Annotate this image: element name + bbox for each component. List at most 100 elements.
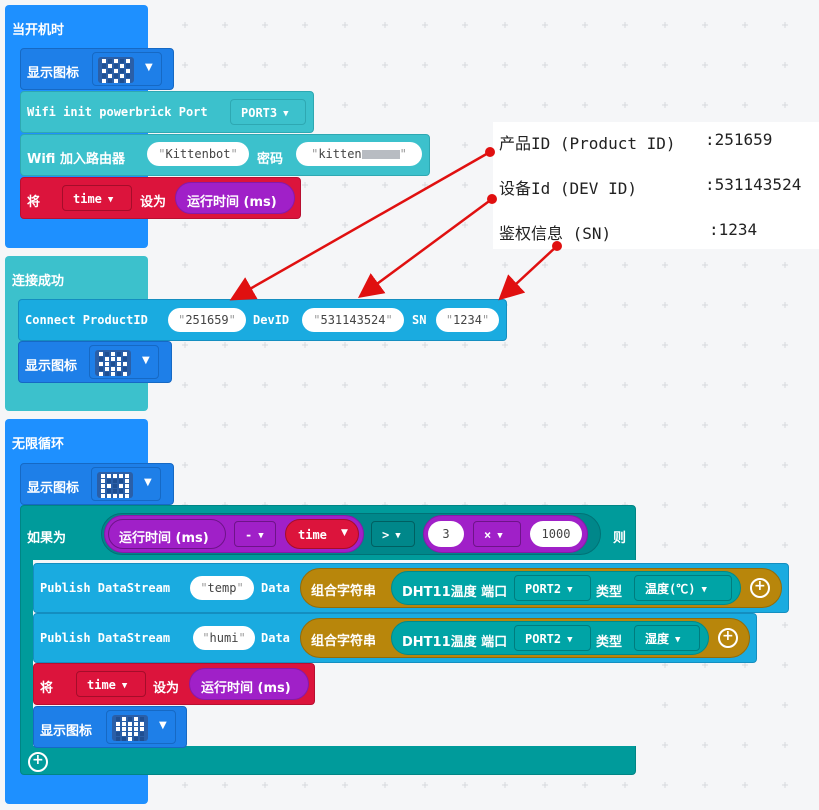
led-pixel [120, 64, 124, 68]
led-pixel [134, 722, 138, 726]
data-label: Data [261, 631, 290, 645]
runtime-reporter-2[interactable]: 运行时间 (ms) [108, 519, 226, 549]
var-dropdown-1[interactable]: time ▼ [62, 185, 132, 211]
num-input-b[interactable]: 1000 [530, 521, 582, 547]
led-pixel [140, 732, 144, 736]
password-input[interactable]: "kitten " [296, 142, 422, 166]
led-pixel [111, 357, 115, 361]
led-pixel [99, 372, 103, 376]
password-label: 密码 [257, 152, 284, 167]
led-pixel [99, 357, 103, 361]
set-label: 将 [27, 195, 41, 210]
icon-picker-2[interactable]: ▼ [89, 345, 159, 379]
show-icon-label: 显示图标 [27, 66, 80, 81]
led-pixel [101, 489, 105, 493]
data-label: Data [261, 581, 290, 595]
add-icon[interactable]: + [718, 628, 738, 648]
led-pixel [134, 717, 138, 721]
led-pixel [128, 737, 132, 741]
chevron-down-icon: ▼ [121, 680, 128, 691]
add-else-icon[interactable]: + [28, 752, 48, 772]
led-pixel [119, 494, 123, 498]
dev-id-input[interactable]: "531143524" [302, 308, 404, 332]
time-var-reporter[interactable]: time ▼ [285, 519, 359, 549]
led-pixel [126, 74, 130, 78]
var-dropdown-2[interactable]: time ▼ [76, 671, 146, 697]
led-pixel [140, 727, 144, 731]
on-start-label: 当开机时 [12, 23, 65, 38]
add-icon[interactable]: + [750, 578, 770, 598]
led-pixel [102, 74, 106, 78]
runtime-reporter-3[interactable]: 运行时间 (ms) [189, 668, 309, 700]
led-pixel [119, 484, 123, 488]
times-dropdown[interactable]: × ▼ [473, 521, 521, 547]
type-dropdown-temp[interactable]: 温度(℃) ▼ [634, 575, 732, 601]
publish-label: Publish DataStream [40, 631, 171, 645]
led-pixel [116, 727, 120, 731]
sn-input[interactable]: "1234" [436, 308, 499, 332]
led-pixel [122, 737, 126, 741]
sn-label: 鉴权信息 (SN) [499, 224, 612, 243]
led-pixel [128, 717, 132, 721]
led-pixel [108, 59, 112, 63]
chevron-down-icon: ▼ [142, 355, 150, 366]
minus-dropdown[interactable]: - ▼ [234, 521, 276, 547]
led-pixel [119, 489, 123, 493]
led-pixel [119, 474, 123, 478]
chevron-down-icon: ▼ [341, 528, 348, 538]
dev-id-row: 设备Id (DEV ID) :531143524 [499, 175, 801, 199]
icon-picker-1[interactable]: ▼ [92, 52, 162, 86]
led-pixel [119, 479, 123, 483]
ssid-input[interactable]: "Kittenbot" [147, 142, 249, 166]
sn-row: 鉴权信息 (SN) :1234 [499, 220, 757, 244]
compare-dropdown[interactable]: > ▼ [371, 521, 415, 547]
chevron-down-icon: ▼ [701, 584, 707, 595]
product-id-input[interactable]: "251659" [168, 308, 246, 332]
led-pixel [117, 367, 121, 371]
led-pixel [107, 474, 111, 478]
port-dropdown-1[interactable]: PORT3 ▼ [230, 99, 306, 125]
connect-label: Connect ProductID [25, 313, 148, 327]
product-id-label: 产品ID (Product ID) [499, 134, 676, 153]
led-pixel [102, 79, 106, 83]
led-pixel [114, 69, 118, 73]
led-pixel [134, 737, 138, 741]
led-pixel [117, 357, 121, 361]
led-pixel [123, 372, 127, 376]
led-pixel [105, 357, 109, 361]
dev-id-label: 设备Id (DEV ID) [499, 179, 637, 198]
led-pixel [101, 484, 105, 488]
chevron-down-icon: ▼ [144, 477, 152, 488]
if-label: 如果为 [27, 531, 67, 546]
stream-input-humi[interactable]: "humi" [193, 626, 255, 650]
led-pixel [134, 732, 138, 736]
chevron-down-icon: ▼ [567, 584, 573, 595]
chevron-down-icon: ▼ [145, 62, 153, 73]
icon-picker-4[interactable]: ▼ [106, 710, 176, 744]
chevron-down-icon: ▼ [497, 530, 503, 541]
led-pixel [120, 69, 124, 73]
led-pixel [114, 59, 118, 63]
port-dropdown-2[interactable]: PORT2 ▼ [514, 575, 591, 601]
num-input-a[interactable]: 3 [428, 521, 464, 547]
publish-label: Publish DataStream [40, 581, 171, 595]
chevron-down-icon: ▼ [159, 720, 167, 731]
led-pixel [107, 484, 111, 488]
on-connected-label: 连接成功 [12, 274, 65, 289]
led-pixel [105, 367, 109, 371]
chevron-down-icon: ▼ [567, 634, 573, 645]
blurred-text [361, 150, 400, 159]
led-pixel [126, 69, 130, 73]
led-pixel [108, 64, 112, 68]
type-dropdown-humi[interactable]: 湿度 ▼ [634, 625, 700, 651]
stream-input-temp[interactable]: "temp" [190, 576, 254, 600]
icon-picker-3[interactable]: ▼ [91, 467, 161, 501]
led-pixel [122, 727, 126, 731]
led-pixel [126, 59, 130, 63]
sn-value: :1234 [709, 220, 758, 239]
led-pixel [113, 484, 117, 488]
port-dropdown-3[interactable]: PORT2 ▼ [514, 625, 591, 651]
led-pixel [116, 722, 120, 726]
runtime-reporter-1[interactable]: 运行时间 (ms) [175, 182, 295, 214]
led-pixel [122, 722, 126, 726]
